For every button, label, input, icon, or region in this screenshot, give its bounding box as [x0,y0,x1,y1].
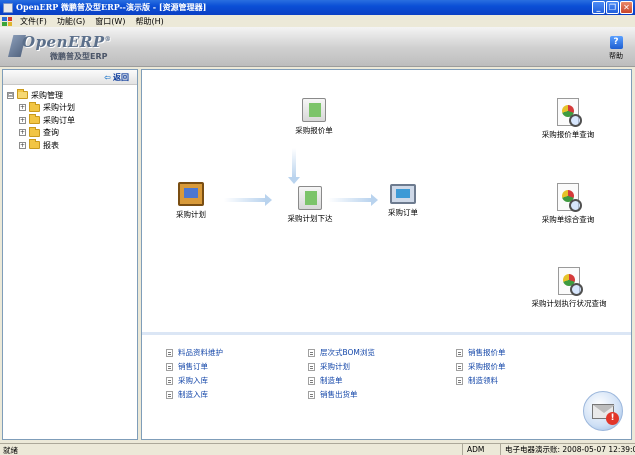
document-icon [308,348,315,357]
quick-link[interactable]: 料品资料维护 [166,347,223,358]
menu-window[interactable]: 窗口(W) [90,16,130,27]
document-icon [308,362,315,371]
header-banner: OpenERP® 微鹏普及型ERP ? 帮助 [0,27,635,67]
open-folder-icon [17,89,28,100]
quote-document-icon[interactable] [302,98,326,122]
tree-node-label[interactable]: 采购订单 [43,115,75,126]
windows-logo-icon [2,16,12,26]
window-title: OpenERP 微鹏普及型ERP--演示版 - [资源管理器] [16,2,207,12]
help-label: 帮助 [609,52,623,60]
quick-link[interactable]: 制造领料 [456,375,498,386]
document-icon [166,362,173,371]
quick-link[interactable]: 销售订单 [166,361,208,372]
back-link[interactable]: ⇦ 返回 [104,73,129,82]
quick-link[interactable]: 制造单 [308,375,343,386]
tree-node-query[interactable]: + 查询 [7,126,137,140]
app-icon [3,2,13,13]
tree-node-label[interactable]: 报表 [43,140,59,151]
quick-link[interactable]: 销售出货单 [308,389,358,400]
document-icon [308,376,315,385]
navigation-header: ⇦ 返回 [3,70,137,85]
close-button[interactable]: ✕ [620,1,633,14]
tree-node-purchase-order[interactable]: + 采购订单 [7,114,137,127]
flow-node-order-summary-query[interactable]: 采购单综合查询 [532,183,604,225]
help-button[interactable]: ? 帮助 [605,36,627,61]
tree-node-report[interactable]: + 报表 [7,139,137,152]
logo-text: OpenERP® [22,33,112,51]
folder-icon [29,101,40,112]
chart-query-icon[interactable] [558,267,583,296]
openerp-logo: OpenERP® 微鹏普及型ERP [8,32,118,62]
logo-subtitle: 微鹏普及型ERP [50,52,108,61]
flow-node-purchase-order[interactable]: 采购订单 [376,184,430,218]
expand-icon[interactable]: + [19,129,26,137]
plan-board-icon[interactable] [178,182,204,206]
message-alert-button[interactable]: ! [583,391,623,431]
tree-node-label[interactable]: 采购计划 [43,102,75,113]
status-bar: 就绪 ADM 电子电器演示账: 2008-05-07 12:39:05 [0,443,635,455]
back-arrow-icon: ⇦ [104,73,111,82]
flow-node-purchase-quote[interactable]: 采购报价单 [284,98,344,136]
tree-node-label[interactable]: 采购管理 [31,89,63,101]
expand-icon[interactable]: + [19,141,26,149]
tree-node-purchase-plan[interactable]: + 采购计划 [7,101,137,115]
quick-link[interactable]: 采购报价单 [456,361,506,372]
folder-icon [29,126,40,137]
alert-icon: ! [606,412,619,425]
document-icon [456,362,463,371]
window-controls: _ ❐ ✕ [592,1,633,14]
status-text: 就绪 [3,446,18,455]
quick-link[interactable]: 采购计划 [308,361,350,372]
document-icon [308,390,315,399]
flow-node-purchase-plan[interactable]: 采购计划 [164,182,218,220]
menu-help[interactable]: 帮助(H) [130,16,168,27]
menu-file[interactable]: 文件(F) [15,16,52,27]
expand-icon[interactable]: + [19,104,26,112]
chart-query-icon[interactable] [557,183,582,212]
expand-icon[interactable]: + [19,116,26,124]
document-icon [166,390,173,399]
flow-node-label: 采购订单 [388,208,418,217]
tree-node-root[interactable]: ⊟ 采购管理 [7,89,137,102]
help-icon[interactable]: ? [609,36,623,49]
flow-arrow-right [328,194,378,206]
chart-query-icon[interactable] [557,98,582,127]
document-icon [456,376,463,385]
minimize-button[interactable]: _ [592,1,605,14]
document-icon [166,348,173,357]
folder-icon [29,114,40,125]
flow-node-label: 采购计划 [176,210,206,219]
document-icon [166,376,173,385]
plan-issue-icon[interactable] [298,186,322,210]
quick-link[interactable]: 制造入库 [166,389,208,400]
flow-node-plan-issue[interactable]: 采购计划下达 [270,186,350,224]
quick-link[interactable]: 销售报价单 [456,347,506,358]
flow-node-label: 采购报价单查询 [541,130,595,139]
menu-function[interactable]: 功能(G) [52,16,90,27]
flow-node-label: 采购计划下达 [287,214,333,223]
flow-arrow-right [224,194,272,206]
folder-icon [29,139,40,150]
workflow-panel: 采购报价单 采购计划 采购计划下达 采购订单 采购报价单查询 采购单综合查询 采… [141,69,632,440]
flow-arrow-down [288,148,300,184]
flow-node-label: 采购计划执行状况查询 [531,299,607,308]
flow-node-plan-status-query[interactable]: 采购计划执行状况查询 [524,267,614,309]
collapse-icon[interactable]: ⊟ [7,91,14,99]
flow-node-quote-query[interactable]: 采购报价单查询 [532,98,604,140]
quick-link[interactable]: 层次式BOM浏览 [308,347,375,358]
window-title-bar: OpenERP 微鹏普及型ERP--演示版 - [资源管理器] _ ❐ ✕ [0,0,635,15]
menu-bar: 文件(F) 功能(G) 窗口(W) 帮助(H) [0,15,635,27]
module-tree: ⊟ 采购管理 + 采购计划 + 采购订单 + 查询 + 报表 [3,85,137,152]
restore-button[interactable]: ❐ [606,1,619,14]
order-monitor-icon[interactable] [390,184,416,204]
tree-node-label[interactable]: 查询 [43,127,59,138]
status-user: ADM [462,444,500,455]
navigation-panel: ⇦ 返回 ⊟ 采购管理 + 采购计划 + 采购订单 + 查询 + 报表 [2,69,138,440]
status-company-time: 电子电器演示账: 2008-05-07 12:39:05 [500,444,635,455]
quick-links-area: 料品资料维护 层次式BOM浏览 销售报价单 销售订单 采购计划 采购报价单 采购… [142,332,631,439]
flow-node-label: 采购报价单 [295,126,333,135]
document-icon [456,348,463,357]
flow-node-label: 采购单综合查询 [541,215,595,224]
quick-link[interactable]: 采购入库 [166,375,208,386]
